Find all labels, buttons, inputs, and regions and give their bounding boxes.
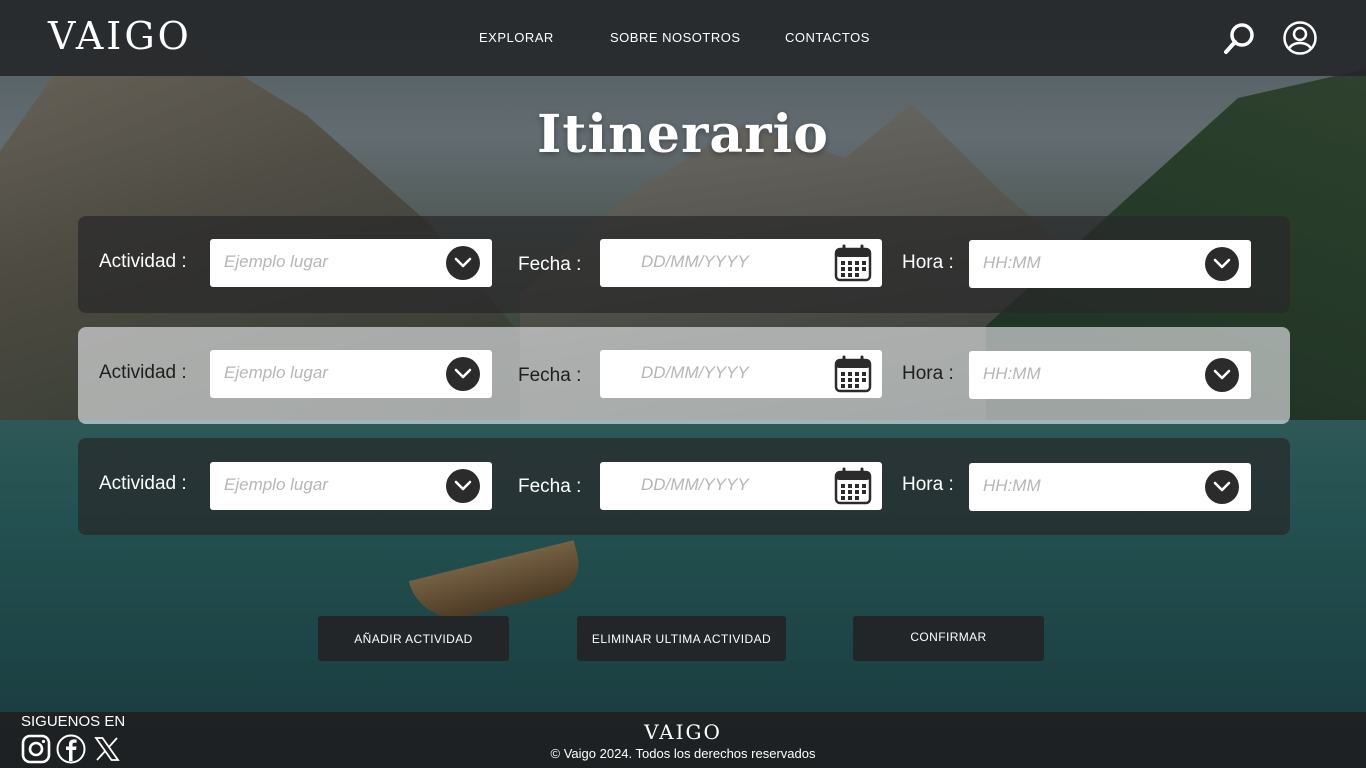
- fecha-input[interactable]: DD/MM/YYYY: [600, 239, 882, 287]
- chevron-down-icon[interactable]: [446, 246, 480, 280]
- fecha-input[interactable]: DD/MM/YYYY: [600, 350, 882, 398]
- itinerary-row: Actividad : Ejemplo lugar Fecha : DD/MM/…: [78, 438, 1290, 535]
- calendar-icon[interactable]: [834, 244, 872, 282]
- chevron-down-icon[interactable]: [1205, 470, 1239, 504]
- fecha-label: Fecha :: [518, 476, 582, 497]
- user-icon[interactable]: [1282, 20, 1318, 56]
- hora-label: Hora :: [902, 252, 954, 273]
- actividad-label: Actividad :: [99, 473, 187, 494]
- fecha-input[interactable]: DD/MM/YYYY: [600, 462, 882, 510]
- search-icon[interactable]: [1222, 22, 1256, 56]
- footer: SIGUENOS EN VAIGO © Vaigo 2024. Todos lo…: [0, 712, 1366, 768]
- calendar-icon[interactable]: [834, 355, 872, 393]
- site-logo[interactable]: VAIGO: [48, 14, 192, 58]
- chevron-down-icon[interactable]: [1205, 247, 1239, 281]
- actividad-placeholder: Ejemplo lugar: [224, 475, 328, 494]
- footer-logo: VAIGO: [644, 720, 722, 744]
- hora-select[interactable]: HH:MM: [969, 351, 1251, 399]
- fecha-placeholder: DD/MM/YYYY: [641, 363, 749, 382]
- hora-select[interactable]: HH:MM: [969, 463, 1251, 511]
- fecha-placeholder: DD/MM/YYYY: [641, 475, 749, 494]
- fecha-placeholder: DD/MM/YYYY: [641, 252, 749, 271]
- actividad-label: Actividad :: [99, 362, 187, 383]
- chevron-down-icon[interactable]: [446, 469, 480, 503]
- actividad-select[interactable]: Ejemplo lugar: [210, 239, 492, 287]
- hora-placeholder: HH:MM: [983, 253, 1041, 272]
- calendar-icon[interactable]: [834, 467, 872, 505]
- chevron-down-icon[interactable]: [446, 357, 480, 391]
- hora-select[interactable]: HH:MM: [969, 240, 1251, 288]
- confirm-button[interactable]: CONFIRMAR: [853, 616, 1044, 661]
- chevron-down-icon[interactable]: [1205, 358, 1239, 392]
- actividad-label: Actividad :: [99, 251, 187, 272]
- hora-placeholder: HH:MM: [983, 364, 1041, 383]
- itinerary-row: Actividad : Ejemplo lugar Fecha : DD/MM/…: [78, 327, 1290, 424]
- itinerary-row: Actividad : Ejemplo lugar Fecha : DD/MM/…: [78, 216, 1290, 313]
- add-activity-button[interactable]: AÑADIR ACTIVIDAD: [318, 616, 509, 661]
- remove-last-activity-button[interactable]: ELIMINAR ULTIMA ACTIVIDAD: [577, 616, 786, 661]
- hora-label: Hora :: [902, 363, 954, 384]
- hora-placeholder: HH:MM: [983, 476, 1041, 495]
- fecha-label: Fecha :: [518, 254, 582, 275]
- nav-sobre-nosotros[interactable]: SOBRE NOSOTROS: [610, 30, 741, 45]
- actividad-select[interactable]: Ejemplo lugar: [210, 350, 492, 398]
- top-navbar: VAIGO EXPLORAR SOBRE NOSOTROS CONTACTOS: [0, 0, 1366, 76]
- nav-contactos[interactable]: CONTACTOS: [785, 30, 870, 45]
- copyright-text: © Vaigo 2024. Todos los derechos reserva…: [550, 746, 816, 761]
- nav-explorar[interactable]: EXPLORAR: [479, 30, 554, 45]
- hora-label: Hora :: [902, 474, 954, 495]
- fecha-label: Fecha :: [518, 365, 582, 386]
- actividad-placeholder: Ejemplo lugar: [224, 252, 328, 271]
- page-title: Itinerario: [537, 104, 829, 165]
- actividad-placeholder: Ejemplo lugar: [224, 363, 328, 382]
- actividad-select[interactable]: Ejemplo lugar: [210, 462, 492, 510]
